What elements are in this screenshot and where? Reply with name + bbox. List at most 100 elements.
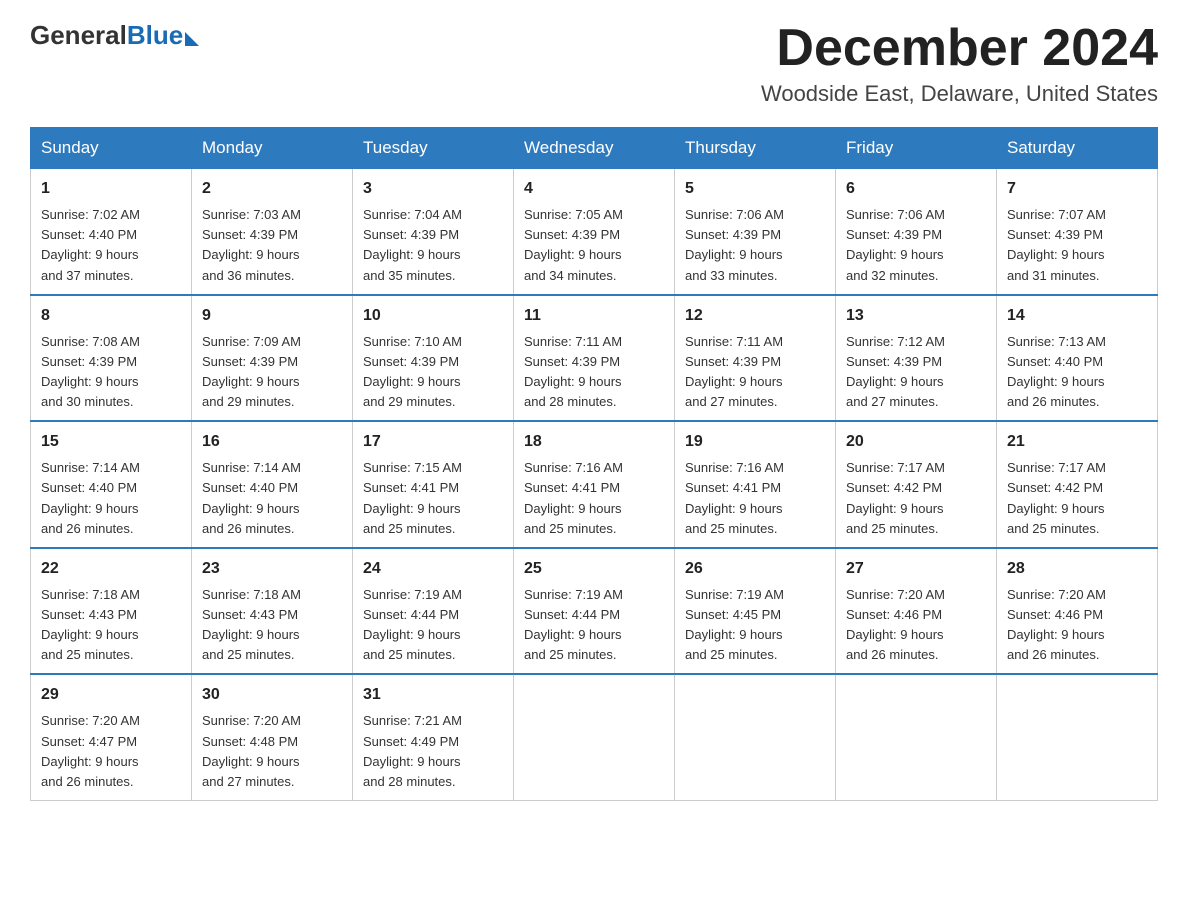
calendar-day-cell: 14 Sunrise: 7:13 AM Sunset: 4:40 PM Dayli… xyxy=(997,295,1158,422)
day-number: 8 xyxy=(41,304,181,328)
calendar-day-cell: 11 Sunrise: 7:11 AM Sunset: 4:39 PM Dayli… xyxy=(514,295,675,422)
day-number: 18 xyxy=(524,430,664,454)
calendar-day-cell: 21 Sunrise: 7:17 AM Sunset: 4:42 PM Dayli… xyxy=(997,421,1158,548)
calendar-day-cell: 4Sunrise: 7:05 AM Sunset: 4:39 PM Daylig… xyxy=(514,169,675,295)
calendar-week-row: 15 Sunrise: 7:14 AM Sunset: 4:40 PM Dayli… xyxy=(31,421,1158,548)
day-number: 23 xyxy=(202,557,342,581)
day-info: Sunrise: 7:12 AM Sunset: 4:39 PM Dayligh… xyxy=(846,332,986,413)
day-number: 1 xyxy=(41,177,181,201)
day-info: Sunrise: 7:09 AM Sunset: 4:39 PM Dayligh… xyxy=(202,332,342,413)
calendar-week-row: 22 Sunrise: 7:18 AM Sunset: 4:43 PM Dayli… xyxy=(31,548,1158,675)
day-info: Sunrise: 7:20 AM Sunset: 4:46 PM Dayligh… xyxy=(1007,585,1147,666)
day-info: Sunrise: 7:20 AM Sunset: 4:48 PM Dayligh… xyxy=(202,711,342,792)
day-info: Sunrise: 7:14 AM Sunset: 4:40 PM Dayligh… xyxy=(41,458,181,539)
day-info: Sunrise: 7:16 AM Sunset: 4:41 PM Dayligh… xyxy=(685,458,825,539)
calendar-week-row: 1Sunrise: 7:02 AM Sunset: 4:40 PM Daylig… xyxy=(31,169,1158,295)
weekday-header-wednesday: Wednesday xyxy=(514,128,675,169)
day-number: 29 xyxy=(41,683,181,707)
day-number: 15 xyxy=(41,430,181,454)
day-info: Sunrise: 7:20 AM Sunset: 4:47 PM Dayligh… xyxy=(41,711,181,792)
calendar-day-cell: 19 Sunrise: 7:16 AM Sunset: 4:41 PM Dayli… xyxy=(675,421,836,548)
calendar-day-cell: 29 Sunrise: 7:20 AM Sunset: 4:47 PM Dayli… xyxy=(31,674,192,800)
day-number: 31 xyxy=(363,683,503,707)
weekday-header-friday: Friday xyxy=(836,128,997,169)
calendar-day-cell: 3 Sunrise: 7:04 AM Sunset: 4:39 PM Daylig… xyxy=(353,169,514,295)
logo: General Blue xyxy=(30,20,199,51)
calendar-day-cell: 8 Sunrise: 7:08 AM Sunset: 4:39 PM Daylig… xyxy=(31,295,192,422)
day-info: Sunrise: 7:21 AM Sunset: 4:49 PM Dayligh… xyxy=(363,711,503,792)
logo-blue-part: Blue xyxy=(127,20,199,51)
day-info: Sunrise: 7:19 AM Sunset: 4:45 PM Dayligh… xyxy=(685,585,825,666)
day-info: Sunrise: 7:08 AM Sunset: 4:39 PM Dayligh… xyxy=(41,332,181,413)
calendar-day-cell: 10Sunrise: 7:10 AM Sunset: 4:39 PM Dayli… xyxy=(353,295,514,422)
calendar-week-row: 29 Sunrise: 7:20 AM Sunset: 4:47 PM Dayli… xyxy=(31,674,1158,800)
month-title: December 2024 xyxy=(761,20,1158,77)
day-info: Sunrise: 7:16 AM Sunset: 4:41 PM Dayligh… xyxy=(524,458,664,539)
day-info: Sunrise: 7:20 AM Sunset: 4:46 PM Dayligh… xyxy=(846,585,986,666)
calendar-day-cell: 26 Sunrise: 7:19 AM Sunset: 4:45 PM Dayli… xyxy=(675,548,836,675)
day-number: 26 xyxy=(685,557,825,581)
day-number: 25 xyxy=(524,557,664,581)
weekday-header-row: SundayMondayTuesdayWednesdayThursdayFrid… xyxy=(31,128,1158,169)
day-number: 11 xyxy=(524,304,664,328)
calendar-day-cell: 18 Sunrise: 7:16 AM Sunset: 4:41 PM Dayli… xyxy=(514,421,675,548)
day-number: 17 xyxy=(363,430,503,454)
weekday-header-thursday: Thursday xyxy=(675,128,836,169)
day-info: Sunrise: 7:11 AM Sunset: 4:39 PM Dayligh… xyxy=(685,332,825,413)
location-title: Woodside East, Delaware, United States xyxy=(761,81,1158,107)
calendar-day-cell: 7Sunrise: 7:07 AM Sunset: 4:39 PM Daylig… xyxy=(997,169,1158,295)
calendar-day-cell: 5 Sunrise: 7:06 AM Sunset: 4:39 PM Daylig… xyxy=(675,169,836,295)
day-number: 20 xyxy=(846,430,986,454)
calendar-day-cell: 6 Sunrise: 7:06 AM Sunset: 4:39 PM Daylig… xyxy=(836,169,997,295)
title-area: December 2024 Woodside East, Delaware, U… xyxy=(761,20,1158,107)
day-number: 19 xyxy=(685,430,825,454)
page-header: General Blue December 2024 Woodside East… xyxy=(30,20,1158,107)
day-info: Sunrise: 7:11 AM Sunset: 4:39 PM Dayligh… xyxy=(524,332,664,413)
day-info: Sunrise: 7:05 AM Sunset: 4:39 PM Dayligh… xyxy=(524,205,664,286)
day-info: Sunrise: 7:14 AM Sunset: 4:40 PM Dayligh… xyxy=(202,458,342,539)
calendar-day-cell: 9Sunrise: 7:09 AM Sunset: 4:39 PM Daylig… xyxy=(192,295,353,422)
weekday-header-monday: Monday xyxy=(192,128,353,169)
day-info: Sunrise: 7:19 AM Sunset: 4:44 PM Dayligh… xyxy=(363,585,503,666)
day-number: 30 xyxy=(202,683,342,707)
day-number: 14 xyxy=(1007,304,1147,328)
day-number: 5 xyxy=(685,177,825,201)
logo-general-text: General xyxy=(30,20,127,51)
calendar-day-cell: 23 Sunrise: 7:18 AM Sunset: 4:43 PM Dayli… xyxy=(192,548,353,675)
day-number: 24 xyxy=(363,557,503,581)
logo-blue-text: Blue xyxy=(127,20,183,51)
weekday-header-tuesday: Tuesday xyxy=(353,128,514,169)
day-number: 21 xyxy=(1007,430,1147,454)
calendar-day-cell xyxy=(514,674,675,800)
day-number: 2 xyxy=(202,177,342,201)
day-info: Sunrise: 7:17 AM Sunset: 4:42 PM Dayligh… xyxy=(1007,458,1147,539)
day-info: Sunrise: 7:03 AM Sunset: 4:39 PM Dayligh… xyxy=(202,205,342,286)
day-number: 27 xyxy=(846,557,986,581)
day-info: Sunrise: 7:04 AM Sunset: 4:39 PM Dayligh… xyxy=(363,205,503,286)
day-info: Sunrise: 7:13 AM Sunset: 4:40 PM Dayligh… xyxy=(1007,332,1147,413)
calendar-day-cell: 2 Sunrise: 7:03 AM Sunset: 4:39 PM Daylig… xyxy=(192,169,353,295)
calendar-day-cell xyxy=(836,674,997,800)
calendar-day-cell: 28Sunrise: 7:20 AM Sunset: 4:46 PM Dayli… xyxy=(997,548,1158,675)
calendar-day-cell: 31 Sunrise: 7:21 AM Sunset: 4:49 PM Dayli… xyxy=(353,674,514,800)
day-info: Sunrise: 7:06 AM Sunset: 4:39 PM Dayligh… xyxy=(685,205,825,286)
calendar-day-cell xyxy=(675,674,836,800)
day-info: Sunrise: 7:15 AM Sunset: 4:41 PM Dayligh… xyxy=(363,458,503,539)
day-info: Sunrise: 7:18 AM Sunset: 4:43 PM Dayligh… xyxy=(41,585,181,666)
day-info: Sunrise: 7:18 AM Sunset: 4:43 PM Dayligh… xyxy=(202,585,342,666)
calendar-day-cell: 22 Sunrise: 7:18 AM Sunset: 4:43 PM Dayli… xyxy=(31,548,192,675)
day-number: 13 xyxy=(846,304,986,328)
calendar-day-cell: 24 Sunrise: 7:19 AM Sunset: 4:44 PM Dayli… xyxy=(353,548,514,675)
day-number: 6 xyxy=(846,177,986,201)
calendar-day-cell: 17 Sunrise: 7:15 AM Sunset: 4:41 PM Dayli… xyxy=(353,421,514,548)
calendar-table: SundayMondayTuesdayWednesdayThursdayFrid… xyxy=(30,127,1158,801)
day-info: Sunrise: 7:06 AM Sunset: 4:39 PM Dayligh… xyxy=(846,205,986,286)
weekday-header-sunday: Sunday xyxy=(31,128,192,169)
day-number: 3 xyxy=(363,177,503,201)
calendar-day-cell: 30 Sunrise: 7:20 AM Sunset: 4:48 PM Dayli… xyxy=(192,674,353,800)
day-number: 10 xyxy=(363,304,503,328)
calendar-day-cell xyxy=(997,674,1158,800)
day-number: 7 xyxy=(1007,177,1147,201)
calendar-day-cell: 15 Sunrise: 7:14 AM Sunset: 4:40 PM Dayli… xyxy=(31,421,192,548)
day-number: 22 xyxy=(41,557,181,581)
